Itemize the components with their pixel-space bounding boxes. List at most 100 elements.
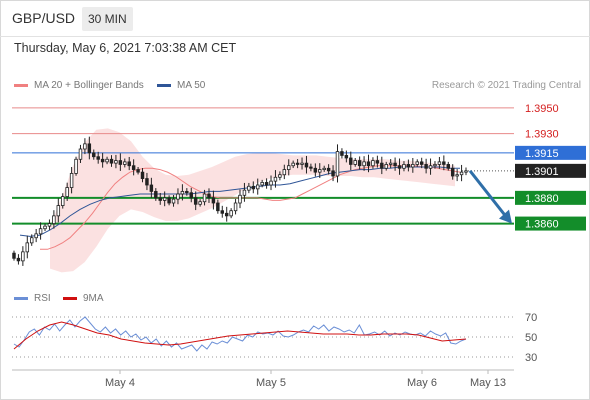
candle-body	[21, 251, 25, 262]
candle-body	[304, 162, 309, 168]
candle-body	[74, 158, 78, 174]
candle-body	[326, 167, 331, 172]
x-tick-label: May 5	[256, 377, 286, 389]
candle-body	[255, 184, 260, 190]
rsi-tick-50: 50	[525, 332, 537, 344]
candle-body	[224, 212, 229, 217]
candle-body	[411, 164, 415, 168]
candle-body	[318, 169, 322, 173]
candle-body	[154, 191, 158, 199]
candle-body	[25, 242, 30, 253]
candle-body	[428, 165, 433, 169]
candle-body	[158, 197, 162, 201]
candle-body	[455, 174, 459, 177]
candle-body	[415, 161, 419, 165]
candle-body	[433, 164, 437, 167]
candle-body	[384, 164, 388, 169]
candle-body	[406, 164, 411, 168]
candle-body	[464, 170, 468, 173]
candle-body	[362, 161, 366, 167]
forecast-arrow-shaft	[468, 169, 508, 218]
candle	[16, 254, 21, 265]
candle-body	[96, 156, 100, 160]
candle-body	[52, 215, 56, 224]
candle-body	[446, 164, 451, 169]
candle-body	[459, 171, 464, 176]
level-tag-1_3860: 1.3860	[525, 219, 559, 231]
x-tick-label: May 4	[105, 377, 135, 389]
candle-body	[402, 164, 406, 169]
candle	[25, 235, 30, 259]
candle	[43, 223, 47, 232]
candle-body	[185, 191, 189, 194]
candle	[455, 169, 459, 182]
candle-body	[424, 164, 428, 169]
candle-body	[29, 237, 34, 244]
candle-body	[202, 193, 207, 203]
candle-body	[300, 162, 304, 165]
candle-body	[331, 170, 335, 177]
candle-body	[366, 161, 371, 167]
candle-body	[211, 197, 216, 204]
x-tick-label: May 13	[470, 377, 506, 389]
candle-body	[43, 225, 47, 230]
candle-body	[295, 162, 300, 165]
candle-body	[309, 166, 313, 169]
candle	[38, 222, 43, 240]
level-tag-1_3880: 1.3880	[525, 193, 559, 205]
candle	[74, 156, 78, 176]
candle-body	[357, 160, 362, 167]
candle-body	[162, 197, 167, 201]
candle-body	[16, 257, 21, 262]
candle	[233, 198, 238, 215]
level-tag-1_3930: 1.3930	[525, 129, 559, 141]
candle-body	[118, 160, 123, 165]
bollinger-band	[50, 128, 455, 273]
candle	[229, 208, 233, 219]
candle	[21, 246, 25, 266]
candle-body	[340, 151, 344, 156]
candle-body	[450, 167, 455, 177]
candle-body	[216, 202, 220, 212]
candle-body	[349, 157, 353, 165]
candle-body	[83, 143, 87, 150]
candle-body	[87, 143, 92, 154]
candle	[34, 228, 38, 243]
candle-body	[176, 193, 180, 200]
candle-body	[189, 192, 193, 199]
candle-body	[287, 165, 291, 170]
candle-body	[38, 228, 43, 235]
candle-body	[229, 210, 233, 217]
candle-body	[278, 174, 282, 178]
level-tag-1_3950: 1.3950	[525, 103, 559, 115]
candle-body	[61, 196, 65, 206]
candle-body	[260, 182, 264, 186]
level-tag-1_3915: 1.3915	[525, 148, 559, 160]
candle-body	[65, 187, 69, 197]
candle-body	[34, 233, 38, 239]
candle-body	[69, 173, 74, 188]
rsi-tick-30: 30	[525, 352, 537, 364]
candle-body	[269, 180, 273, 186]
candle-body	[127, 161, 131, 167]
candle-body	[12, 252, 16, 259]
candle-body	[171, 198, 176, 204]
candle-body	[238, 194, 242, 204]
rsi-9ma-line	[13, 321, 467, 350]
level-tag-1_3901: 1.3901	[525, 166, 559, 178]
candle-body	[145, 178, 149, 186]
candle-body	[220, 210, 225, 214]
candle-body	[388, 162, 393, 165]
candle	[12, 250, 16, 261]
candle-body	[92, 152, 96, 158]
candle-body	[251, 185, 256, 190]
candle-body	[344, 155, 349, 159]
candle-body	[180, 191, 185, 195]
candle-body	[242, 189, 247, 196]
candle-body	[149, 184, 154, 192]
candle-body	[47, 223, 52, 227]
candle-body	[353, 160, 357, 165]
candle-body	[109, 158, 114, 164]
candle	[459, 164, 464, 182]
candle-body	[264, 182, 269, 186]
